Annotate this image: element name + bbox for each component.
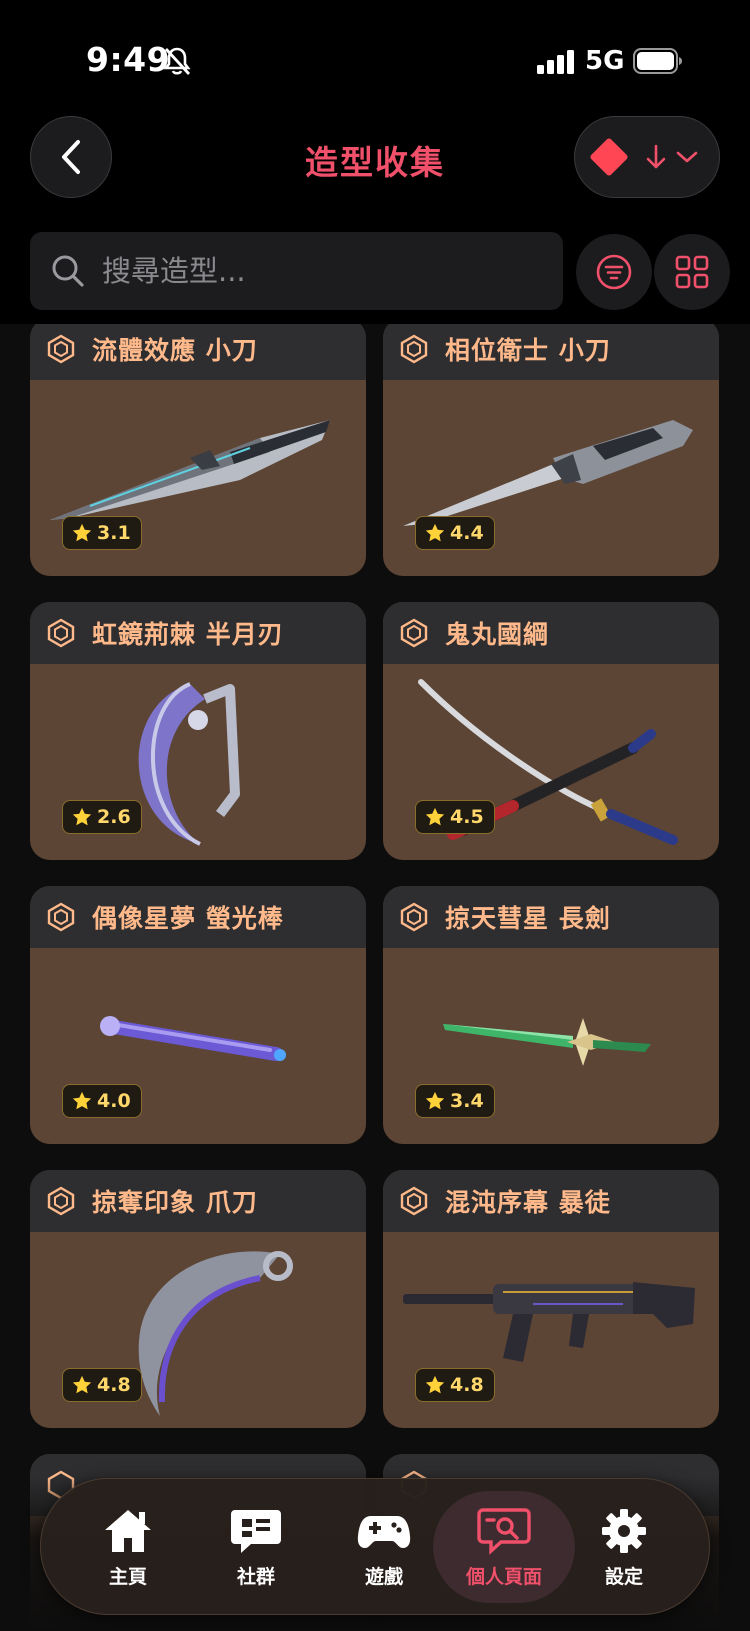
rating-value: 4.0 [97,1090,131,1112]
rating-value: 4.8 [450,1374,484,1396]
rating-value: 2.6 [97,806,131,828]
rating-value: 4.8 [97,1374,131,1396]
star-icon [425,807,445,826]
rating-value: 3.1 [97,522,131,544]
battery-icon [633,48,682,74]
tier-badge-icon [400,902,428,932]
tab-games-label: 遊戲 [364,1565,403,1588]
card-name: 偶像星夢 螢光棒 [92,904,284,933]
gear-icon [602,1508,646,1553]
skin-grid: 流體效應 小刀 3.1 相位衛士 小刀 4.4 虹鏡荊棘 半月刃 2.6 鬼丸國… [0,324,750,1631]
tier-badge-icon [47,334,75,364]
card-image: 4.5 [383,664,719,860]
search-row [0,210,750,324]
card-header: 虹鏡荊棘 半月刃 [30,602,366,664]
card-header: 掠奪印象 爪刀 [30,1170,366,1232]
tier-badge-icon [400,1186,428,1216]
tab-community-label: 社群 [236,1565,275,1588]
skin-card[interactable]: 掠天彗星 長劍 3.4 [383,886,719,1144]
tab-home-label: 主頁 [108,1565,147,1588]
skin-card[interactable]: 掠奪印象 爪刀 4.8 [30,1170,366,1428]
card-image: 3.1 [30,380,366,576]
card-image: 3.4 [383,948,719,1144]
skin-card[interactable]: 偶像星夢 螢光棒 4.0 [30,886,366,1144]
rating-badge: 2.6 [62,800,142,834]
card-name: 鬼丸國綱 [445,620,550,649]
card-name: 掠奪印象 爪刀 [92,1188,258,1217]
profile-search-icon [477,1507,531,1555]
star-icon [72,1091,92,1110]
bell-off-icon [163,47,191,75]
tab-community[interactable]: 社群 [185,1491,327,1603]
card-image: 4.8 [383,1232,719,1428]
rating-badge: 4.4 [415,516,495,550]
card-name: 混沌序幕 暴徒 [445,1188,611,1217]
star-icon [425,523,445,542]
skin-card[interactable]: 虹鏡荊棘 半月刃 2.6 [30,602,366,860]
tab-profile-label: 個人頁面 [465,1565,542,1588]
rating-badge: 4.8 [62,1368,142,1402]
tier-badge-icon [400,618,428,648]
star-icon [425,1375,445,1394]
filter-icon [596,254,632,290]
rating-badge: 3.1 [62,516,142,550]
gamepad-icon [357,1515,411,1548]
home-icon [105,1509,151,1552]
card-name: 掠天彗星 長劍 [445,904,611,933]
card-image: 4.0 [30,948,366,1144]
search-icon [52,255,84,287]
rating-value: 4.5 [450,806,484,828]
tab-settings-label: 設定 [604,1565,643,1588]
card-image: 4.8 [30,1232,366,1428]
card-image: 4.4 [383,380,719,576]
tier-badge-icon [47,902,75,932]
card-header: 流體效應 小刀 [30,324,366,380]
rating-badge: 4.8 [415,1368,495,1402]
rating-badge: 3.4 [415,1084,495,1118]
sort-button[interactable] [574,116,720,198]
card-name: 虹鏡荊棘 半月刃 [92,620,284,649]
rating-badge: 4.5 [415,800,495,834]
filter-button[interactable] [576,234,652,310]
chat-icon [231,1509,281,1553]
skin-card[interactable]: 相位衛士 小刀 4.4 [383,324,719,576]
skin-card[interactable]: 流體效應 小刀 3.1 [30,324,366,576]
skin-card[interactable]: 鬼丸國綱 4.5 [383,602,719,860]
tab-home[interactable]: 主頁 [57,1491,199,1603]
search-bar[interactable] [30,232,563,310]
status-time: 9:49 [86,40,171,79]
skin-card[interactable]: 混沌序幕 暴徒 4.8 [383,1170,719,1428]
tab-bar: 主頁 社群 遊戲 個人頁面 設定 [40,1478,710,1615]
chevron-down-icon [676,151,698,163]
tier-badge-icon [400,334,428,364]
grid-icon [675,255,709,289]
star-icon [72,807,92,826]
diamond-icon [589,137,629,177]
signal-icon [537,50,574,74]
tier-badge-icon [47,618,75,648]
star-icon [72,1375,92,1394]
card-name: 流體效應 小刀 [92,336,258,365]
header: 造型收集 [0,110,750,210]
status-bar: 9:49 5G [0,0,750,118]
rating-value: 3.4 [450,1090,484,1112]
arrow-down-icon [646,144,666,169]
tab-settings[interactable]: 設定 [553,1491,695,1603]
star-icon [425,1091,445,1110]
tier-badge-icon [47,1186,75,1216]
rating-value: 4.4 [450,522,484,544]
card-image: 2.6 [30,664,366,860]
card-header: 掠天彗星 長劍 [383,886,719,948]
card-header: 偶像星夢 螢光棒 [30,886,366,948]
star-icon [72,523,92,542]
network-type: 5G [585,46,625,76]
search-input[interactable] [102,254,532,288]
rating-badge: 4.0 [62,1084,142,1118]
card-header: 鬼丸國綱 [383,602,719,664]
card-name: 相位衛士 小刀 [445,336,611,365]
card-header: 相位衛士 小刀 [383,324,719,380]
card-header: 混沌序幕 暴徒 [383,1170,719,1232]
grid-view-button[interactable] [654,234,730,310]
